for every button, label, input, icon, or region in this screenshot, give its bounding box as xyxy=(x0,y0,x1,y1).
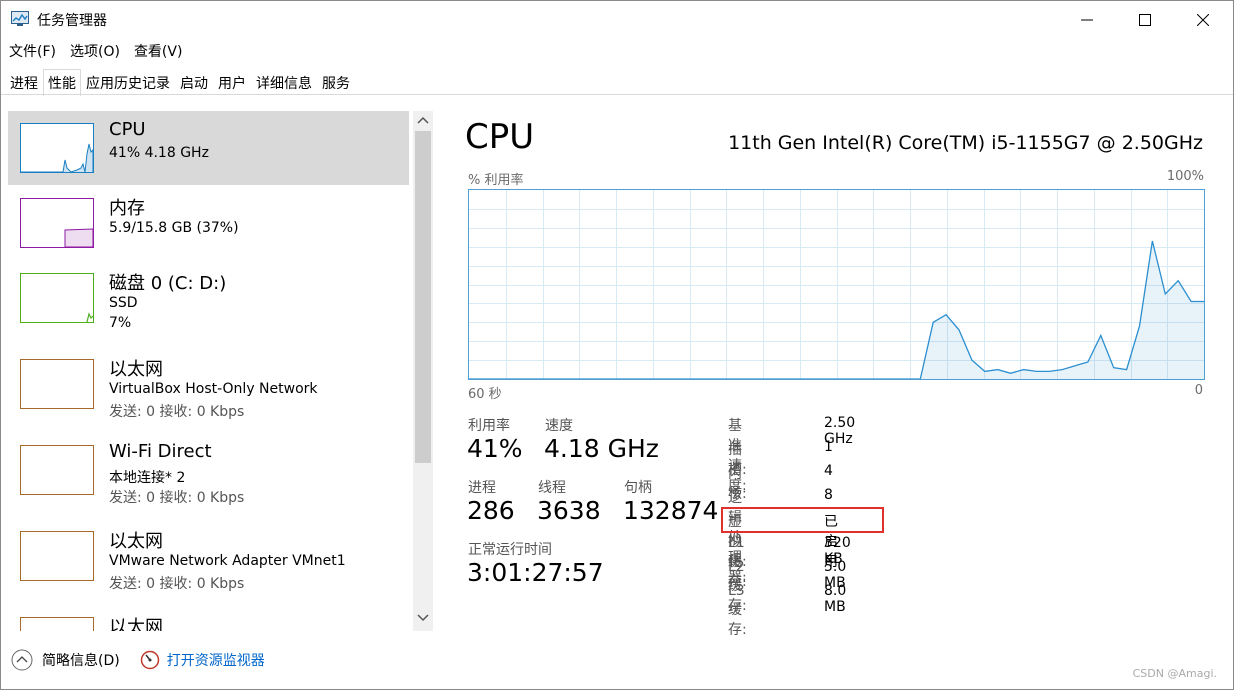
threads-label: 线程 xyxy=(538,480,566,496)
minimize-button[interactable] xyxy=(1058,1,1116,39)
resource-item-disk[interactable]: 磁盘 0 (C: D:) SSD 7% xyxy=(8,261,409,335)
footer-bar: 简略信息(D) 打开资源监视器 xyxy=(11,649,265,671)
processes-value: 286 xyxy=(467,496,515,525)
resource-item-ethernet-vmware[interactable]: 以太网 VMware Network Adapter VMnet1 发送: 0 … xyxy=(8,519,409,593)
maximize-icon xyxy=(1139,14,1151,26)
resource-title: 以太网 xyxy=(109,359,163,380)
cpu-model: 11th Gen Intel(R) Core(TM) i5-1155G7 @ 2… xyxy=(728,132,1203,154)
spec-value: 4 xyxy=(824,463,833,479)
spec-value: 8.0 MB xyxy=(824,583,847,615)
send-receive: 发送: 0 接收: 0 Kbps xyxy=(109,576,245,592)
disk-thumbnail xyxy=(20,273,94,323)
resource-item-memory[interactable]: 内存 5.9/15.8 GB (37%) xyxy=(8,186,409,260)
cpu-usage-chart xyxy=(469,190,1204,380)
cpu-usage-graph xyxy=(468,189,1205,380)
spec-value: 8 xyxy=(824,487,833,503)
send-receive: 发送: 0 接收: 0 Kbps xyxy=(109,404,245,420)
task-manager-window: 任务管理器 文件(F) 选项(O) 查看(V) 进程 性能 应用历史记录 启动 … xyxy=(0,0,1234,690)
memory-thumbnail xyxy=(20,198,94,248)
virtualization-highlight-box xyxy=(721,507,884,533)
detail-title: CPU xyxy=(465,117,535,157)
menu-view[interactable]: 查看(V) xyxy=(134,41,183,61)
fewer-details-button[interactable]: 简略信息(D) xyxy=(11,649,120,671)
close-button[interactable] xyxy=(1174,1,1232,39)
open-resource-monitor-link[interactable]: 打开资源监视器 xyxy=(140,650,265,670)
send-receive: 发送: 0 接收: 0 Kbps xyxy=(109,490,245,506)
resource-monitor-icon xyxy=(140,650,159,670)
processes-label: 进程 xyxy=(468,480,496,496)
disk-thumbnail-graph xyxy=(86,312,93,322)
graph-y-max: 100% xyxy=(1166,169,1204,184)
graph-time-right: 0 xyxy=(1194,383,1203,398)
scroll-down-icon[interactable] xyxy=(417,613,429,623)
graph-time-left: 60 秒 xyxy=(468,387,502,402)
resource-title: CPU xyxy=(109,119,146,140)
cpu-thumbnail xyxy=(20,123,94,173)
uptime-value: 3:01:27:57 xyxy=(467,558,604,587)
menu-bar: 文件(F) 选项(O) 查看(V) xyxy=(9,41,182,61)
menu-options[interactable]: 选项(O) xyxy=(70,41,120,61)
wifi-direct-thumbnail xyxy=(20,445,94,495)
tab-services[interactable]: 服务 xyxy=(317,69,355,95)
speed-label: 速度 xyxy=(545,418,573,434)
spec-value: 1 xyxy=(824,439,833,455)
resource-detail: 41% 4.18 GHz xyxy=(109,145,209,161)
menu-file[interactable]: 文件(F) xyxy=(9,41,56,61)
resource-item-ethernet-virtualbox[interactable]: 以太网 VirtualBox Host-Only Network 发送: 0 接… xyxy=(8,347,409,421)
maximize-button[interactable] xyxy=(1116,1,1174,39)
tab-details[interactable]: 详细信息 xyxy=(251,69,317,95)
adapter-name: VirtualBox Host-Only Network xyxy=(109,381,318,397)
tab-performance[interactable]: 性能 xyxy=(43,69,81,96)
cpu-thumbnail-graph xyxy=(21,143,93,172)
resource-title: 以太网 xyxy=(109,617,163,631)
utilization-value: 41% xyxy=(467,434,523,463)
threads-value: 3638 xyxy=(537,496,601,525)
resource-title: 磁盘 0 (C: D:) xyxy=(109,273,227,294)
resource-item-cpu[interactable]: CPU 41% 4.18 GHz xyxy=(8,111,409,185)
resource-title: 以太网 xyxy=(109,531,163,552)
tab-app-history[interactable]: 应用历史记录 xyxy=(81,69,175,95)
scrollbar-thumb[interactable] xyxy=(415,131,431,463)
uptime-label: 正常运行时间 xyxy=(468,542,552,558)
handles-label: 句柄 xyxy=(624,480,652,496)
fewer-details-label: 简略信息(D) xyxy=(42,653,120,669)
resource-title: 内存 xyxy=(109,198,145,219)
resource-type: SSD xyxy=(109,295,138,311)
scroll-up-icon[interactable] xyxy=(417,115,429,125)
watermark: CSDN @Amagi. xyxy=(1132,667,1217,680)
handles-value: 132874 xyxy=(623,496,719,525)
memory-thumbnail-graph xyxy=(64,228,93,247)
resource-title: Wi-Fi Direct xyxy=(109,441,212,462)
utilization-label: 利用率 xyxy=(468,418,510,434)
resource-item-wifi-direct[interactable]: Wi-Fi Direct 本地连接* 2 发送: 0 接收: 0 Kbps xyxy=(8,433,409,507)
tab-startup[interactable]: 启动 xyxy=(175,69,213,95)
chevron-up-circle-icon xyxy=(11,649,33,671)
minimize-icon xyxy=(1081,19,1093,21)
ethernet-thumbnail xyxy=(20,617,94,631)
resource-usage: 7% xyxy=(109,315,132,331)
spec-label: L3 缓存: xyxy=(728,583,747,638)
tab-processes[interactable]: 进程 xyxy=(5,69,43,95)
ethernet-thumbnail xyxy=(20,359,94,409)
adapter-name: 本地连接* 2 xyxy=(109,470,186,486)
resource-list: CPU 41% 4.18 GHz 内存 5.9/15.8 GB (37%) 磁盘… xyxy=(1,109,411,631)
open-resource-monitor-label: 打开资源监视器 xyxy=(166,653,265,669)
window-title: 任务管理器 xyxy=(37,13,107,29)
tab-strip: 进程 性能 应用历史记录 启动 用户 详细信息 服务 xyxy=(5,69,355,96)
speed-value: 4.18 GHz xyxy=(544,434,659,463)
resource-detail: 5.9/15.8 GB (37%) xyxy=(109,220,239,236)
resource-item-ethernet-partial[interactable]: 以太网 xyxy=(8,605,409,631)
task-manager-icon xyxy=(11,11,29,26)
graph-y-label: % 利用率 xyxy=(468,173,524,188)
adapter-name: VMware Network Adapter VMnet1 xyxy=(109,553,346,569)
close-icon xyxy=(1197,14,1209,26)
tab-divider xyxy=(1,94,1233,95)
tab-users[interactable]: 用户 xyxy=(213,69,251,95)
ethernet-thumbnail xyxy=(20,531,94,581)
